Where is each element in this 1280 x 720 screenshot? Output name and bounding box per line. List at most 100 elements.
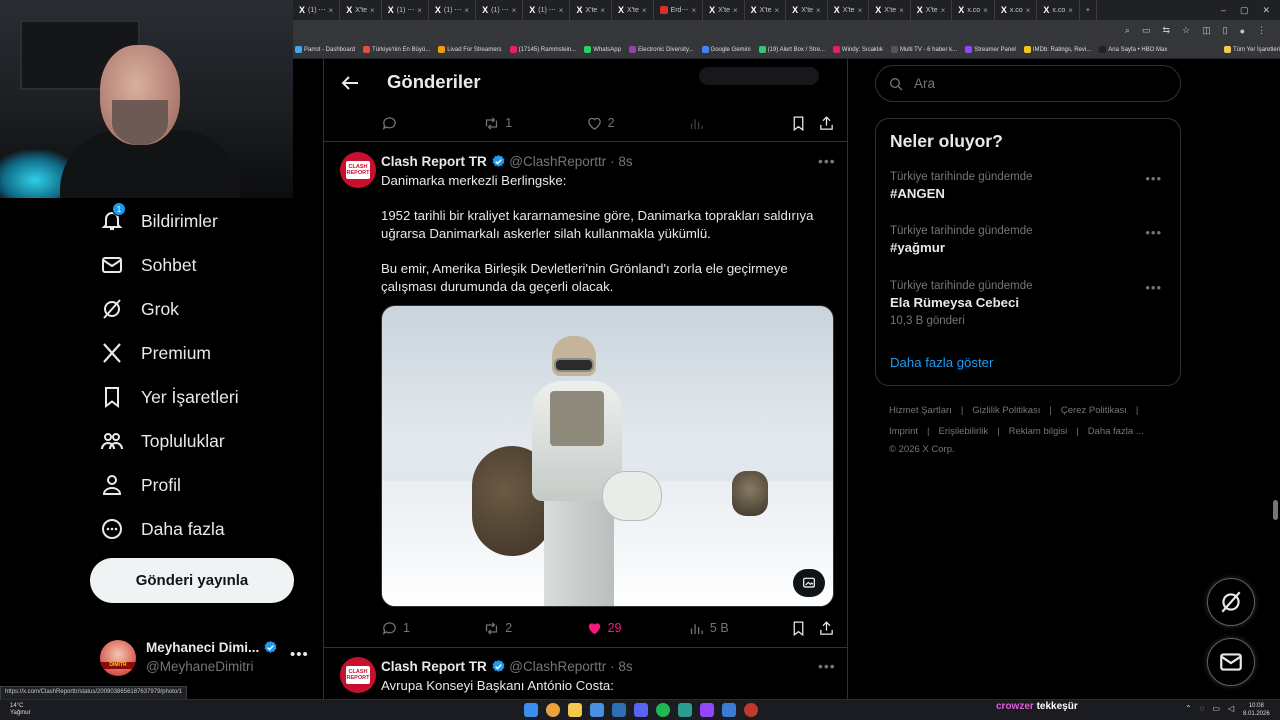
nav-item-daha-fazla[interactable]: Daha fazla [100, 517, 225, 541]
close-tab-icon[interactable]: × [600, 6, 605, 15]
bookmark-item[interactable]: WhatsApp [584, 46, 621, 53]
bookmark-item[interactable]: Electronic Diversity... [628, 46, 694, 53]
close-tab-icon[interactable]: × [733, 6, 738, 15]
twitch-icon[interactable] [700, 703, 714, 717]
maximize-icon[interactable]: ▢ [1240, 5, 1249, 16]
browser-tab[interactable]: Xx.co × [952, 0, 995, 20]
close-tab-icon[interactable]: × [559, 6, 564, 15]
tweet-time[interactable]: 8s [618, 659, 632, 674]
app-icon[interactable] [722, 703, 736, 717]
bookmark-item[interactable]: Multi TV - 6 haber k... [890, 46, 957, 53]
browser-tab[interactable]: X (1) ⋯ × [523, 0, 571, 20]
close-tab-icon[interactable]: × [941, 6, 946, 15]
extensions-icon[interactable]: ◫ [1202, 25, 1211, 36]
footer-link[interactable]: Reklam bilgisi [1009, 426, 1068, 437]
bookmark-item[interactable]: Google Gemini [701, 46, 751, 53]
bookmark-item[interactable]: (19) Alert Box / Stre... [758, 46, 825, 53]
browser-tab[interactable]: X X'te × [869, 0, 911, 20]
browser-tab[interactable]: X (1) ⋯ × [293, 0, 341, 20]
sidebar-icon[interactable]: ▯ [1223, 25, 1228, 36]
chrome-icon[interactable] [546, 703, 560, 717]
star-icon[interactable]: ☆ [1182, 25, 1190, 36]
grok-fab-button[interactable] [1207, 578, 1255, 626]
reply-button[interactable] [381, 115, 483, 132]
menu-icon[interactable]: ⋮ [1257, 25, 1266, 36]
bookmark-item[interactable]: Streamer Panel [965, 46, 1016, 53]
bookmark-item[interactable]: Windy: Sıcaklık [832, 46, 883, 53]
chevron-up-icon[interactable]: ⌃ [1185, 704, 1192, 713]
tweet-more-icon[interactable]: ••• [818, 153, 836, 169]
app-icon[interactable] [678, 703, 692, 717]
browser-tab[interactable]: X X'te × [911, 0, 953, 20]
back-arrow-icon[interactable] [338, 71, 362, 95]
bookmark-item[interactable]: IMDb: Ratings, Revi... [1023, 46, 1091, 53]
tweet-author[interactable]: Clash Report TR @ClashReporttr · 8s [381, 659, 633, 674]
views-button[interactable] [688, 115, 790, 132]
views-button[interactable]: 5 B [688, 620, 790, 637]
browser-tab[interactable]: Xx.co × [995, 0, 1038, 20]
bookmark-item[interactable]: (17145) Rammstein... [509, 46, 576, 53]
nav-item-profil[interactable]: Profil [100, 473, 181, 497]
reply-button[interactable]: 1 [381, 620, 483, 637]
steam-icon[interactable] [612, 703, 626, 717]
trend-more-icon[interactable]: ••• [1145, 171, 1162, 186]
close-tab-icon[interactable]: × [775, 6, 780, 15]
close-tab-icon[interactable]: × [983, 6, 988, 15]
close-window-icon[interactable]: ✕ [1262, 5, 1270, 16]
close-tab-icon[interactable]: × [370, 6, 375, 15]
tweet-avatar[interactable]: CLASH REPORT [340, 152, 376, 188]
browser-tab[interactable]: X (1) ⋯ × [382, 0, 429, 20]
bookmark-button[interactable] [790, 620, 818, 637]
obs-icon[interactable] [744, 703, 758, 717]
system-clock[interactable]: 10:08 8.01.2026 [1243, 702, 1270, 718]
translate-icon[interactable]: ⇆ [1162, 25, 1170, 36]
bookmark-item[interactable]: Livad For Streamers [438, 46, 502, 53]
footer-link[interactable]: Imprint [889, 426, 918, 437]
close-tab-icon[interactable]: × [691, 6, 696, 15]
app-icon[interactable] [590, 703, 604, 717]
browser-tab[interactable]: X X'te × [786, 0, 828, 20]
like-button[interactable]: 2 [586, 115, 688, 132]
bookmark-item[interactable]: Parrot - Dashboard [295, 46, 355, 53]
repost-button[interactable]: 2 [483, 620, 585, 637]
trend-item[interactable]: Türkiye tarihinde gündemde Ela Rümeysa Ce… [890, 280, 1170, 327]
footer-link[interactable]: Daha fazla ... [1088, 426, 1144, 437]
trend-item[interactable]: Türkiye tarihinde gündemde #yağmur ••• [890, 225, 1170, 255]
minimize-icon[interactable]: – [1221, 5, 1226, 16]
tweet-author[interactable]: Clash Report TR @ClashReporttr · 8s [381, 154, 633, 169]
browser-tab[interactable]: Xx.co × [1037, 0, 1080, 20]
discord-icon[interactable] [634, 703, 648, 717]
footer-link[interactable]: Erişilebilirlik [939, 426, 989, 437]
close-tab-icon[interactable]: × [512, 6, 517, 15]
cast-icon[interactable]: ▭ [1142, 25, 1151, 36]
repost-button[interactable]: 1 [483, 115, 585, 132]
nav-item-sohbet[interactable]: Sohbet [100, 253, 196, 277]
browser-tab[interactable]: X X'te × [570, 0, 612, 20]
browser-tab[interactable]: X X'te × [340, 0, 382, 20]
bookmark-item[interactable]: Türkiye'nin En Büyü... [363, 46, 430, 53]
close-tab-icon[interactable]: × [329, 6, 334, 15]
trend-more-icon[interactable]: ••• [1145, 225, 1162, 240]
browser-tab[interactable]: X (1) ⋯ × [476, 0, 524, 20]
search-input[interactable]: Ara [914, 76, 935, 91]
volume-icon[interactable]: ◁ [1228, 704, 1234, 713]
more-dots-icon[interactable]: ••• [290, 646, 309, 663]
windows-start-icon[interactable] [524, 703, 538, 717]
mic-icon[interactable]: ◌ [1200, 704, 1205, 713]
tweet-more-icon[interactable]: ••• [818, 658, 836, 674]
browser-tab[interactable]: X X'te × [612, 0, 654, 20]
nav-item-yer-i̇şaretleri[interactable]: Yer İşaretleri [100, 385, 239, 409]
nav-item-topluluklar[interactable]: Topluluklar [100, 429, 225, 453]
like-button[interactable]: 29 [586, 620, 688, 637]
spotify-icon[interactable] [656, 703, 670, 717]
close-tab-icon[interactable]: × [464, 6, 469, 15]
trend-more-icon[interactable]: ••• [1145, 280, 1162, 295]
close-tab-icon[interactable]: × [816, 6, 821, 15]
footer-link[interactable]: Çerez Politikası [1061, 405, 1127, 416]
browser-tab[interactable]: X X'te × [745, 0, 787, 20]
messages-fab-button[interactable] [1207, 638, 1255, 686]
tweet-photo[interactable] [381, 305, 834, 607]
file-explorer-icon[interactable] [568, 703, 582, 717]
page-scrollbar[interactable] [1273, 500, 1278, 520]
image-edit-button[interactable] [793, 569, 825, 597]
